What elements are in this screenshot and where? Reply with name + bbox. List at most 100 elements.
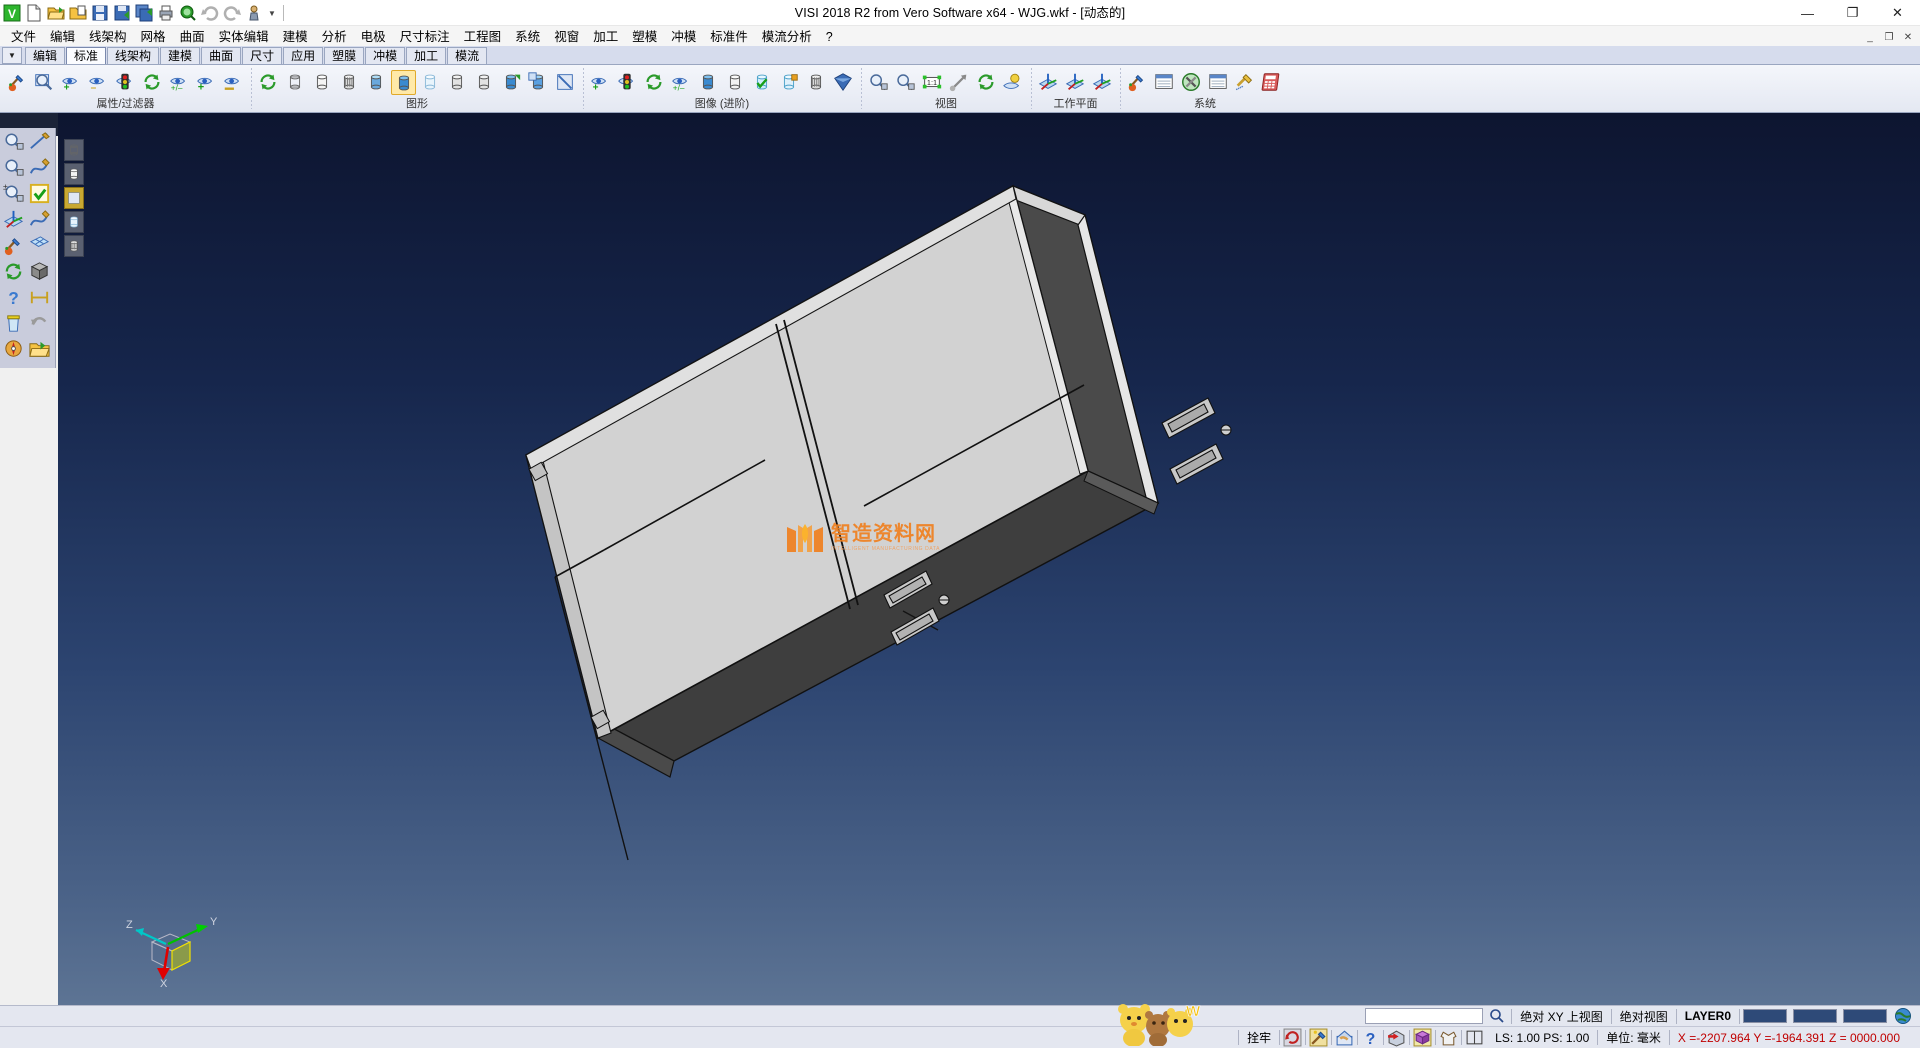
wireframe-icon[interactable] <box>284 71 306 93</box>
layer-traffic-icon[interactable] <box>615 70 640 95</box>
status-bar-top[interactable]: 绝对 XY 上视图 绝对视图 LAYER0 <box>0 1005 1920 1026</box>
dynamic-shade-icon[interactable] <box>500 71 522 93</box>
layer-add-icon[interactable]: + <box>588 70 613 95</box>
menu-file[interactable]: 文件 <box>4 27 43 48</box>
pan-icon[interactable] <box>948 71 970 93</box>
color-palette-icon[interactable] <box>1125 70 1150 95</box>
layer-manager-icon[interactable] <box>1153 71 1175 93</box>
mdi-maximize-button[interactable]: ❐ <box>1880 29 1898 45</box>
outline-icon[interactable] <box>445 70 470 95</box>
mdi-window-controls[interactable]: _ ❐ ✕ <box>1861 29 1917 45</box>
layer-refresh-icon[interactable] <box>642 70 667 95</box>
ribbon-tab-bar[interactable]: ▼ 编辑标准线架构建模曲面尺寸应用塑膜冲模加工模流 <box>0 46 1920 65</box>
cyl-check-icon[interactable] <box>751 71 773 93</box>
search-input[interactable] <box>1365 1008 1483 1024</box>
color-palette-icon[interactable] <box>1126 71 1148 93</box>
grid-plane-icon[interactable] <box>28 234 51 257</box>
refresh-icon[interactable] <box>256 70 281 95</box>
layer-label[interactable]: LAYER0 <box>1677 1009 1739 1023</box>
refresh-view-icon[interactable] <box>2 260 25 283</box>
menu-analysis[interactable]: 分析 <box>315 27 354 48</box>
zoom-in-out-icon[interactable]: ± <box>2 182 27 207</box>
rotate-icon[interactable] <box>974 70 999 95</box>
zoom-window-icon[interactable] <box>2 156 25 179</box>
macro-record-icon[interactable] <box>1233 70 1258 95</box>
draw-spline-icon[interactable] <box>28 156 51 179</box>
workplane-align-icon[interactable] <box>1091 71 1113 93</box>
tab-standard[interactable]: 标准 <box>66 47 106 64</box>
traffic-light-icon[interactable] <box>113 70 138 95</box>
print-preview-icon[interactable] <box>178 3 198 23</box>
render-icon[interactable] <box>526 70 551 95</box>
hidden-line-icon[interactable] <box>310 70 335 95</box>
solid-cube-icon[interactable] <box>28 260 53 285</box>
hatched-cyl-icon[interactable] <box>66 238 82 254</box>
zoom-1to1-icon[interactable]: 1:1 <box>920 70 945 95</box>
settings-icon[interactable] <box>1180 71 1202 93</box>
hide-all-icon[interactable] <box>221 70 246 95</box>
draw-line-icon[interactable] <box>28 130 53 155</box>
shading-mode-palette[interactable] <box>64 139 86 257</box>
open-folder-icon[interactable] <box>28 338 53 363</box>
layer-color-swatch-2[interactable] <box>1793 1009 1837 1023</box>
hidden-cyl-icon[interactable] <box>66 166 82 182</box>
hidden-line-icon[interactable] <box>311 71 333 93</box>
menu-solid-edit[interactable]: 实体编辑 <box>212 27 276 48</box>
cyl-blue-icon[interactable] <box>696 70 721 95</box>
undo-icon[interactable] <box>200 3 220 23</box>
shaded-solid-icon[interactable] <box>391 70 416 95</box>
show-remove-icon[interactable]: – <box>87 71 109 93</box>
menu-modeling[interactable]: 建模 <box>276 27 315 48</box>
customize-dropdown-icon[interactable]: ▼ <box>266 3 278 23</box>
undo-arrow-icon[interactable] <box>28 312 51 335</box>
eye-view-icon[interactable] <box>1001 70 1026 95</box>
shaded-solid-icon[interactable] <box>393 72 415 94</box>
menu-help[interactable]: ? <box>819 27 840 48</box>
macro-icon[interactable] <box>244 3 264 23</box>
cyl-white-icon[interactable] <box>723 70 748 95</box>
transparent-cyl-icon[interactable] <box>66 214 82 230</box>
print-icon[interactable] <box>156 3 176 23</box>
tab-die[interactable]: 冲模 <box>365 47 405 64</box>
menu-surface[interactable]: 曲面 <box>173 27 212 48</box>
mdi-minimize-button[interactable]: _ <box>1861 29 1879 45</box>
show-remove-icon[interactable]: – <box>86 70 111 95</box>
layer-traffic-icon[interactable] <box>616 71 638 93</box>
toggle-visibility-icon[interactable]: +/– <box>167 70 192 95</box>
properties-icon[interactable] <box>2 234 27 259</box>
tab-machining[interactable]: 加工 <box>406 47 446 64</box>
hatched-cyl-icon[interactable] <box>64 235 84 257</box>
menu-dimension[interactable]: 尺寸标注 <box>393 27 457 48</box>
properties-palette-icon[interactable] <box>6 71 28 93</box>
menu-progress[interactable]: 冲模 <box>664 27 703 48</box>
import-file-icon[interactable] <box>68 3 88 23</box>
wireframe-icon[interactable] <box>283 70 308 95</box>
workplane-define-icon[interactable] <box>1036 70 1061 95</box>
zoom-in-out-icon[interactable]: ± <box>2 182 25 205</box>
zoom-window-icon[interactable] <box>2 156 27 181</box>
cyl-check-icon[interactable] <box>750 70 775 95</box>
section-icon[interactable] <box>472 70 497 95</box>
new-file-icon[interactable] <box>24 3 44 23</box>
delete-icon[interactable] <box>2 312 27 337</box>
menu-mesh[interactable]: 网格 <box>134 27 173 48</box>
rotate-icon[interactable] <box>975 71 997 93</box>
workplane-align-icon[interactable] <box>1090 70 1115 95</box>
workplane-define-icon[interactable] <box>1037 71 1059 93</box>
workplane-icon[interactable] <box>2 208 25 231</box>
menu-standard-parts[interactable]: 标准件 <box>703 27 755 48</box>
draw-line-icon[interactable] <box>28 130 51 153</box>
cyl-hatch-icon[interactable] <box>805 71 827 93</box>
cyl-hatch-icon[interactable] <box>804 70 829 95</box>
menu-system[interactable]: 系统 <box>508 27 547 48</box>
transparent-icon[interactable] <box>419 71 441 93</box>
gem-icon[interactable] <box>831 70 856 95</box>
open-file-icon[interactable] <box>46 3 66 23</box>
gem-icon[interactable] <box>832 71 854 93</box>
measure-icon[interactable] <box>28 286 51 309</box>
undo-arrow-icon[interactable] <box>28 312 53 337</box>
snap-measure-icon[interactable] <box>1465 1028 1484 1047</box>
outline-icon[interactable] <box>446 71 468 93</box>
layer-manager-icon[interactable] <box>1152 70 1177 95</box>
layer-toggle-icon[interactable]: +/– <box>669 70 694 95</box>
